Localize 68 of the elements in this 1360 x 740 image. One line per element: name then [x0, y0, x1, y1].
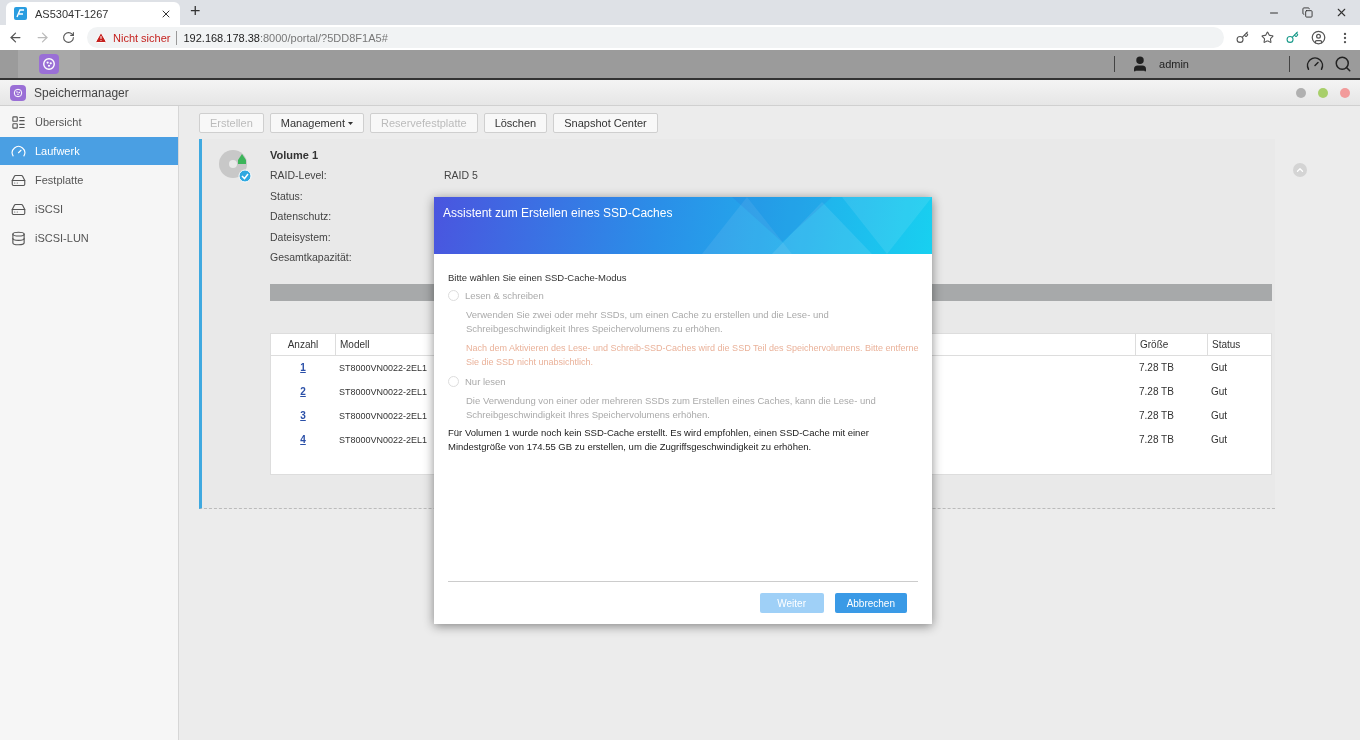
database-icon	[11, 230, 26, 246]
sidebar-item[interactable]: Übersicht	[0, 108, 178, 136]
close-icon[interactable]	[1335, 6, 1348, 19]
table-cell-text: 7.28 TB	[1138, 362, 1175, 373]
dialog-title: Assistent zum Erstellen eines SSD-Caches	[443, 206, 673, 220]
disk-number-link[interactable]: 1	[271, 362, 335, 373]
option-description: Verwenden Sie zwei oder mehr SSDs, um einen Cache zu erstellen und die Lese- und Schreibgeschwindigkeit Ihres Speichervolumens zu erhöhen.	[466, 308, 830, 335]
field-label: Status:	[270, 189, 304, 204]
cache-note: Für Volumen 1 wurde noch kein SSD-Cache erstellt. Es wird empfohlen, einen SSD-Cache mit einer Mindestgröße von 174.55 GB zu erstellen, um die Zugriffsgeschwindigkeit zu erhöhen.	[448, 426, 870, 453]
new-tab-button[interactable]: +	[190, 1, 201, 22]
disk-number-link[interactable]: 2	[271, 386, 335, 397]
table-cell-text: Gut	[1210, 410, 1229, 421]
app-icon[interactable]	[10, 84, 26, 101]
field-label: Datenschutz:	[270, 210, 333, 224]
hard-drive-icon	[11, 201, 26, 217]
table-cell-text: Gut	[1210, 434, 1229, 445]
address-bar[interactable]: Nicht sicher 192.168.178.38:8000/portal/?5DD8F1A5#	[87, 27, 1224, 48]
table-cell-text: 7.28 TB	[1138, 434, 1175, 445]
sidebar-item[interactable]: iSCSI-LUN	[0, 224, 178, 252]
field-label: RAID-Level:	[270, 169, 328, 183]
field-label: Dateisystem:	[270, 230, 332, 245]
disk-number-link[interactable]: 4	[271, 434, 335, 445]
key-icon[interactable]	[1286, 31, 1299, 44]
table-cell-text: ST8000VN0022-2EL1	[338, 362, 428, 373]
back-icon[interactable]	[8, 30, 23, 45]
column-header: Anzahl	[286, 338, 320, 350]
field-value: RAID 5	[444, 169, 478, 183]
volume-icon	[218, 149, 252, 183]
site-icon	[14, 7, 27, 20]
option-description: Die Verwendung von einer oder mehreren SSDs zum Erstellen eines Caches, kann die Lese- und Schreibgeschwindigkeit Ihres Speichervolumens erhöhen.	[466, 394, 877, 421]
tab-title: AS5304T-1267	[35, 7, 110, 20]
app-icon[interactable]	[39, 54, 59, 74]
browser-tab[interactable]: AS5304T-1267	[6, 2, 180, 25]
table-cell-text: 7.28 TB	[1138, 386, 1175, 397]
list-icon	[11, 114, 26, 130]
chevron-up-icon	[1295, 165, 1305, 175]
table-cell-text: 7.28 TB	[1138, 410, 1175, 421]
column-header: Status	[1207, 333, 1273, 355]
option-warning: Sie die SSD nicht unabsichtlich.	[466, 355, 594, 369]
option-warning: Nach dem Aktivieren des Lese- und Schreib-SSD-Caches wird die SSD Teil des Speichervolumens. Bitte entferne	[466, 342, 919, 355]
restore-icon[interactable]	[1302, 7, 1313, 18]
toolbar-button[interactable]: Löschen	[483, 113, 548, 133]
url-text: 192.168.178.38:8000/portal/?5DD8F1A5#	[183, 31, 388, 44]
table-cell-text: ST8000VN0022-2EL1	[338, 386, 428, 397]
toolbar-button[interactable]: Management	[269, 113, 364, 133]
table-cell-text: Gut	[1210, 362, 1229, 373]
user-name[interactable]: admin	[1159, 58, 1189, 70]
warning-icon	[95, 31, 107, 44]
volume-name: Volume 1	[270, 149, 320, 161]
window-title: Speichermanager	[34, 85, 129, 100]
table-cell-text: ST8000VN0022-2EL1	[338, 434, 428, 445]
security-label: Nicht sicher	[113, 31, 171, 44]
hard-drive-icon	[11, 172, 26, 188]
disk-number-link[interactable]: 3	[271, 410, 335, 421]
star-icon[interactable]	[1261, 31, 1274, 44]
profile-icon[interactable]	[1311, 30, 1326, 45]
table-cell-text: Gut	[1210, 386, 1229, 397]
table-cell-text: ST8000VN0022-2EL1	[338, 410, 428, 421]
sidebar-item[interactable]: iSCSI	[0, 195, 178, 223]
reload-icon[interactable]	[62, 31, 75, 44]
column-header: Größe	[1135, 333, 1207, 355]
dialog-prompt: Bitte wählen Sie einen SSD-Cache-Modus	[448, 272, 628, 283]
field-label: Gesamtkapazität:	[270, 251, 353, 265]
sidebar-item[interactable]: Festplatte	[0, 166, 178, 194]
key-icon[interactable]	[1236, 31, 1249, 44]
search-icon[interactable]	[1334, 55, 1352, 73]
toolbar-button[interactable]: Snapshot Center	[553, 113, 658, 133]
dashboard-icon[interactable]	[1306, 55, 1324, 73]
